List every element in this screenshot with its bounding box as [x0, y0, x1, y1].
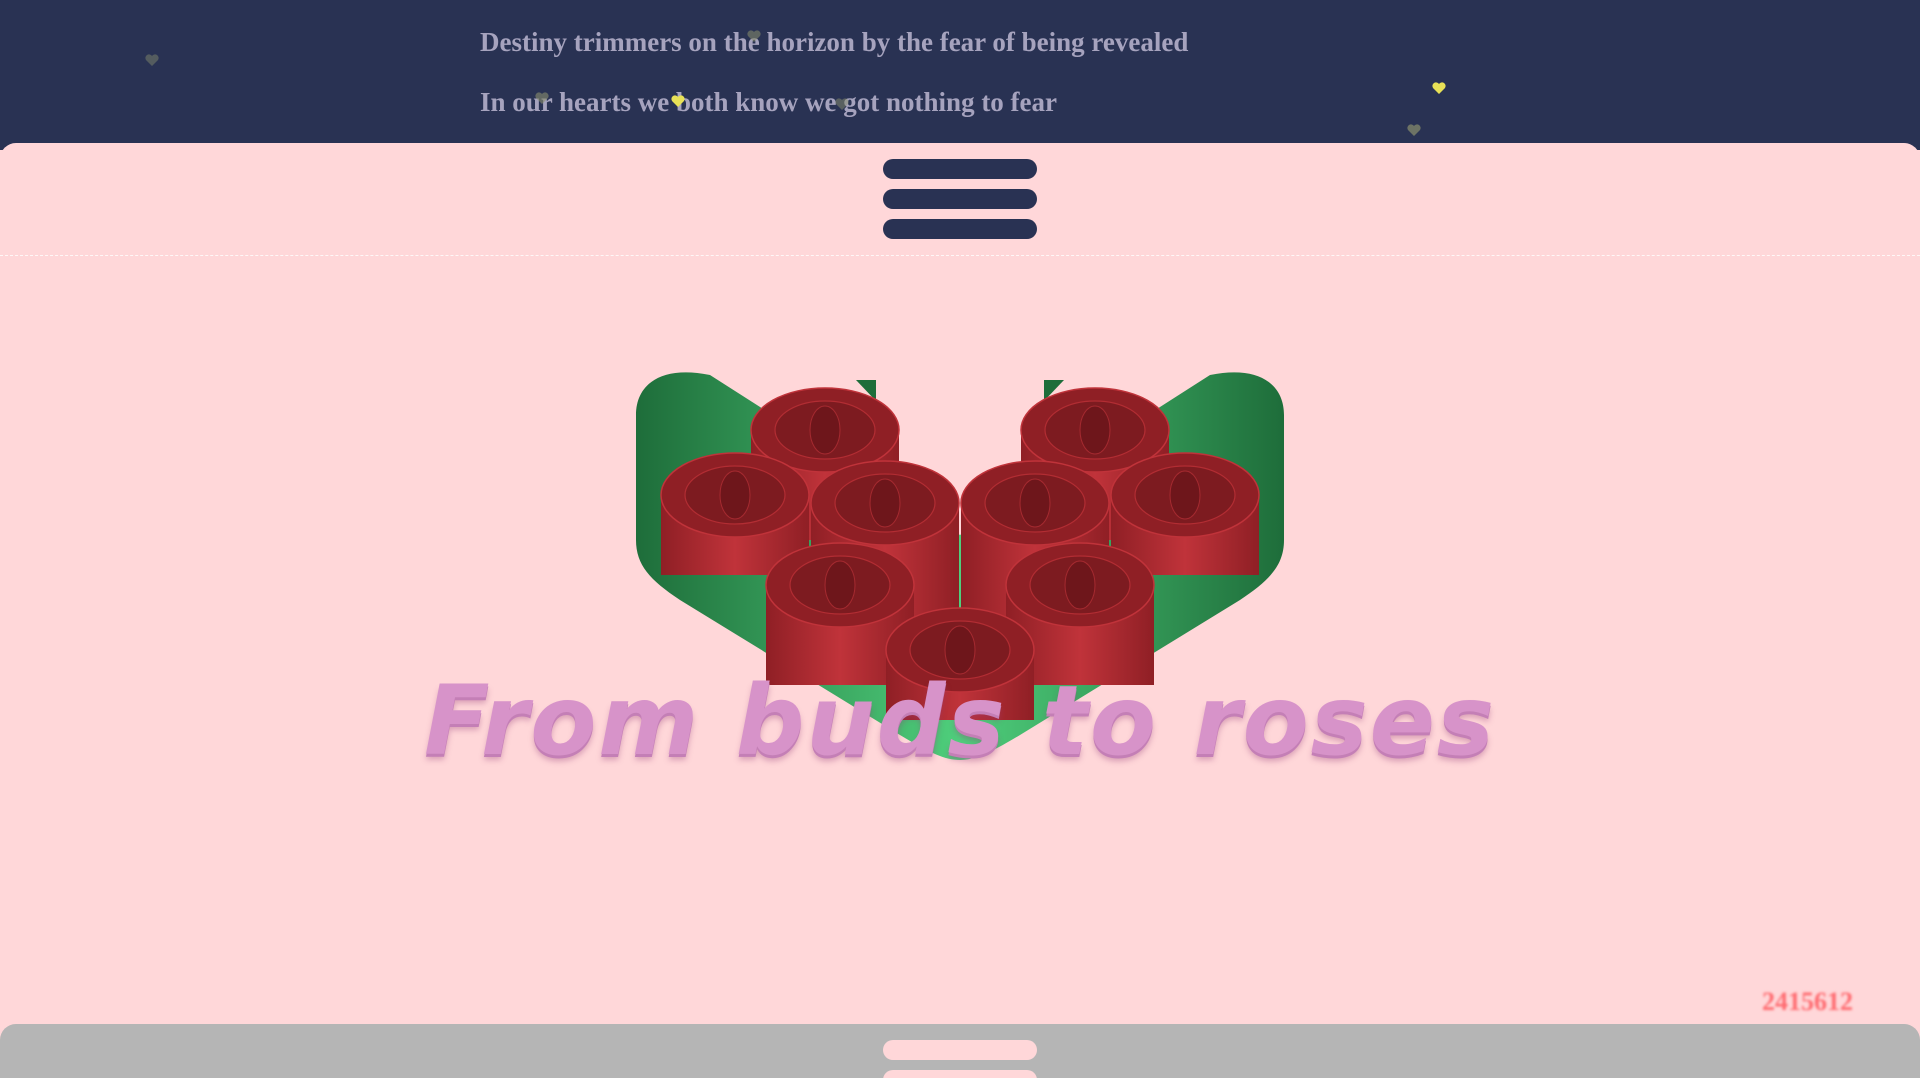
- heart-particle-icon: [534, 90, 550, 106]
- heart-particle-icon: [144, 52, 160, 68]
- drawer-handle-icon[interactable]: [883, 1040, 1037, 1078]
- handle-bar: [883, 1070, 1037, 1078]
- bottom-drawer[interactable]: [0, 1024, 1920, 1078]
- lyric-line-1: Destiny trimmers on the horizon by the f…: [480, 27, 1189, 57]
- counter-value: 2415612: [1762, 987, 1853, 1016]
- headline: From buds to roses: [423, 665, 1497, 777]
- heart-particle-icon: [1406, 122, 1422, 138]
- heart-particle-icon: [1431, 80, 1447, 96]
- heart-particle-icon: [834, 96, 850, 112]
- lyrics-header: Destiny trimmers on the horizon by the f…: [0, 0, 1920, 150]
- hamburger-menu-icon[interactable]: [883, 159, 1037, 241]
- heart-particle-icon: [670, 93, 686, 109]
- handle-bar: [883, 1040, 1037, 1060]
- rose-heart-bouquet: [620, 235, 1300, 875]
- lyric-line-2: In our hearts we both know we got nothin…: [480, 87, 1058, 117]
- menu-bar: [883, 189, 1037, 209]
- menu-bar: [883, 159, 1037, 179]
- heart-particle-icon: [746, 28, 762, 44]
